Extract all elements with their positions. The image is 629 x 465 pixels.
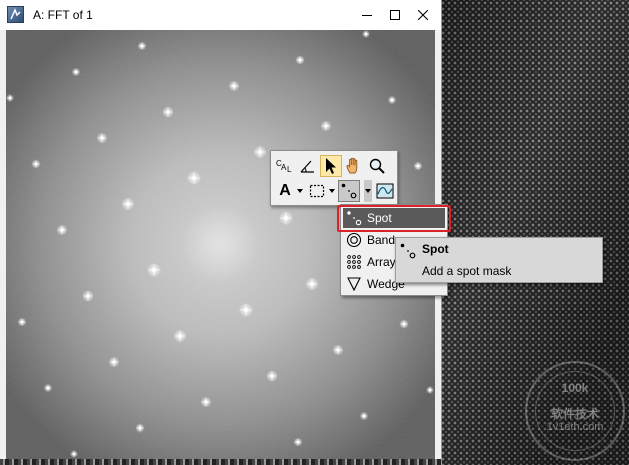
diffraction-spot xyxy=(121,197,135,211)
maximize-icon xyxy=(390,10,400,20)
diffraction-spot xyxy=(31,159,41,169)
diffraction-spot xyxy=(413,161,423,171)
diffraction-spot xyxy=(399,319,409,329)
diffraction-spot xyxy=(71,67,81,77)
roi-tool-dropdown[interactable] xyxy=(328,180,336,202)
diffraction-spot xyxy=(96,132,108,144)
minimize-button[interactable] xyxy=(352,0,382,30)
text-tool[interactable]: A xyxy=(274,180,296,202)
title-bar[interactable]: A: FFT of 1 xyxy=(0,0,441,30)
close-icon xyxy=(418,10,428,20)
close-button[interactable] xyxy=(408,0,438,30)
diffraction-spot xyxy=(69,449,79,459)
zoom-tool[interactable] xyxy=(366,155,388,177)
calibration-tool[interactable]: C A L xyxy=(274,155,296,177)
pointer-arrow-icon xyxy=(326,158,336,174)
diffraction-spot xyxy=(186,170,202,186)
diffraction-spot xyxy=(305,277,319,291)
diffraction-spot xyxy=(359,411,369,421)
diffraction-spot xyxy=(137,41,147,51)
diffraction-spot xyxy=(266,370,278,382)
menu-item-label: Band xyxy=(367,233,396,247)
tool-palette[interactable]: C A L A xyxy=(270,150,398,206)
dashed-rect-icon xyxy=(309,184,325,198)
diffraction-spot xyxy=(278,210,294,226)
diffraction-spot xyxy=(173,329,187,343)
minimize-icon xyxy=(362,15,372,16)
diffraction-spot xyxy=(295,55,305,65)
annotation-highlight-box xyxy=(337,205,451,232)
dropdown-arrow-icon xyxy=(365,189,371,193)
band-mask-icon xyxy=(346,232,362,248)
diffraction-spot xyxy=(228,80,240,92)
dropdown-arrow-icon xyxy=(329,189,335,193)
text-a-icon: A xyxy=(279,182,291,199)
diffraction-spot xyxy=(108,356,120,368)
diffraction-spot xyxy=(253,145,267,159)
dropdown-arrow-icon xyxy=(297,189,303,193)
diffraction-spot xyxy=(17,317,27,327)
diffraction-spot xyxy=(82,290,94,302)
hand-icon xyxy=(346,157,358,174)
diffraction-spot xyxy=(146,262,162,278)
watermark-bottom-text: 1v1eth.com xyxy=(546,421,604,433)
tooltip-description: Add a spot mask xyxy=(422,264,512,278)
status-strip xyxy=(0,459,441,465)
maximize-button[interactable] xyxy=(380,0,410,30)
svg-text:L: L xyxy=(287,165,292,174)
diffraction-spot xyxy=(6,93,15,103)
mask-tool[interactable] xyxy=(338,180,360,202)
diffraction-spot xyxy=(293,437,303,447)
tooltip-title: Spot xyxy=(422,242,449,256)
diffraction-spot xyxy=(43,383,53,393)
diffraction-spot xyxy=(332,344,344,356)
selection-tool[interactable] xyxy=(320,155,342,177)
diffraction-spot xyxy=(387,95,397,105)
wedge-mask-icon xyxy=(347,277,361,292)
central-glow xyxy=(180,204,260,284)
mask-tool-dropdown[interactable] xyxy=(364,180,372,202)
pan-tool[interactable] xyxy=(343,155,365,177)
spot-mask-icon xyxy=(341,183,357,199)
diffraction-spot xyxy=(238,302,254,318)
line-profile-icon xyxy=(376,183,394,199)
diffraction-spot xyxy=(425,385,435,395)
text-tool-dropdown[interactable] xyxy=(296,180,304,202)
angle-tool[interactable] xyxy=(297,155,319,177)
diffraction-spot xyxy=(135,423,145,433)
tool-tooltip: Spot Add a spot mask xyxy=(395,237,603,283)
watermark-top-text: 100k xyxy=(561,381,589,395)
menu-item-label: Array xyxy=(367,255,396,269)
watermark-seal: 100k 软件技术 1v1eth.com xyxy=(525,361,625,461)
diffraction-spot xyxy=(56,224,68,236)
dm-app-icon xyxy=(7,6,24,23)
profile-tool[interactable] xyxy=(374,180,396,202)
watermark-middle-text: 软件技术 xyxy=(550,407,599,421)
angle-icon xyxy=(300,160,314,173)
roi-tool[interactable] xyxy=(306,180,328,202)
array-mask-icon xyxy=(347,255,361,269)
window-title: A: FFT of 1 xyxy=(33,8,93,22)
spot-mask-icon xyxy=(400,243,416,259)
diffraction-spot xyxy=(320,120,332,132)
diffraction-spot xyxy=(200,396,212,408)
diffraction-spot xyxy=(361,30,371,39)
diffraction-spot xyxy=(162,106,174,118)
magnifier-icon xyxy=(369,158,385,174)
cal-icon: C A L xyxy=(276,159,292,174)
